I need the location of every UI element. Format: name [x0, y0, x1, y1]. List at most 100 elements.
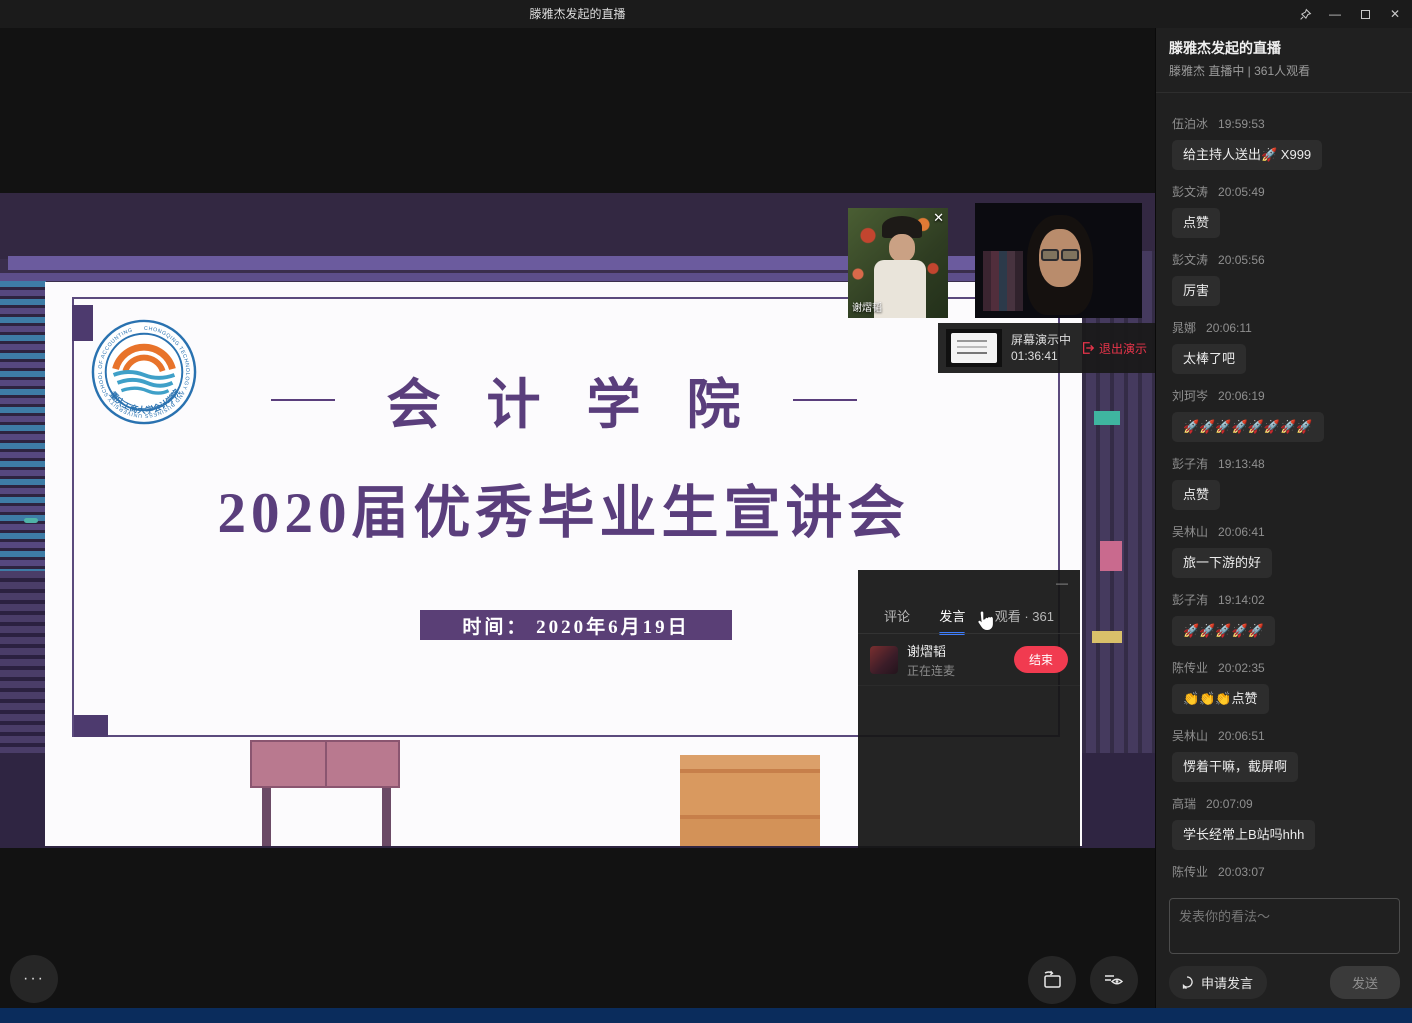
titlebar: 滕雅杰发起的直播 — ✕ [0, 0, 1412, 28]
avatar [870, 646, 898, 674]
message-bubble: 🚀🚀🚀🚀🚀🚀🚀🚀 [1172, 412, 1324, 442]
rotate-screen-button[interactable] [1028, 956, 1076, 1004]
message-bubble: 愣着干嘛，截屏啊 [1172, 752, 1298, 782]
chat-message: 高瑞 20:07:09 学长经常上B站吗hhh [1172, 795, 1399, 850]
pin-icon[interactable] [1294, 3, 1316, 25]
chat-message: 晁娜 20:06:11 太棒了吧 [1172, 319, 1399, 374]
message-bubble: 太棒了吧 [1172, 344, 1246, 374]
sender-name: 刘珂岑 [1172, 389, 1208, 403]
message-time: 20:05:49 [1218, 185, 1265, 199]
illustration-blinds [0, 281, 46, 571]
glasses-icon [1041, 249, 1079, 261]
illustration-dot-teal [24, 518, 38, 523]
chat-input[interactable] [1170, 899, 1399, 953]
request-speak-button[interactable]: 申请发言 [1169, 966, 1267, 999]
request-speak-label: 申请发言 [1201, 973, 1253, 992]
sender-name: 彭子洧 [1172, 457, 1208, 471]
speaker-list-item: 谢熠韬 正在连麦 结束 [858, 634, 1080, 686]
illustration-orange-crate [680, 755, 820, 846]
sender-name: 晁娜 [1172, 321, 1196, 335]
ellipsis-icon: ··· [23, 970, 45, 988]
exit-presentation-label: 退出演示 [1099, 340, 1147, 357]
panel-minimize-icon[interactable]: — [1056, 576, 1068, 590]
chat-message-list[interactable]: 伍泊冰19:59:53 给主持人送出🚀 X999 彭文涛20:05:49 点赞 … [1156, 105, 1412, 885]
participant-video-child[interactable]: 谢熠韬 ✕ [848, 208, 948, 318]
illustration-pole [262, 788, 271, 846]
end-call-button[interactable]: 结束 [1014, 646, 1068, 673]
message-bubble: 点赞 [1172, 208, 1220, 238]
send-button[interactable]: 发送 [1330, 966, 1400, 999]
chat-message: 彭文涛20:05:49 点赞 [1172, 183, 1399, 238]
sender-name: 彭子洧 [1172, 593, 1208, 607]
main-video-area: CHONGQING TECHNOLOGY AND BUSINESS UNIVER… [0, 28, 1155, 1008]
sender-name: 陈传业 [1172, 661, 1208, 675]
message-time: 20:02:35 [1218, 661, 1265, 675]
chat-message: 陈传业20:03:07 🚀🚀🚀🚀🚀🚀🚀 [1172, 863, 1399, 885]
stream-title: 滕雅杰发起的直播 [1169, 38, 1281, 58]
screen-share-thumbnail [946, 329, 1002, 367]
stream-status: 滕雅杰 直播中 | 361人观看 [1169, 62, 1310, 79]
message-bubble: 旅一下游的好 [1172, 548, 1272, 578]
illustration-pole [382, 788, 391, 846]
window-controls: — ✕ [1294, 0, 1406, 28]
chat-message: 彭子洧19:14:02 🚀🚀🚀🚀🚀 [1172, 591, 1399, 646]
viewer-list-button[interactable] [1090, 956, 1138, 1004]
taskbar-strip [0, 1008, 1412, 1023]
exit-door-icon [1081, 341, 1095, 355]
message-time: 20:06:41 [1218, 525, 1265, 539]
titlebar-title: 滕雅杰发起的直播 [0, 0, 1155, 28]
illustration-shelf-item [1092, 631, 1122, 643]
sidebar-divider [1156, 92, 1412, 93]
rotate-screen-icon [1040, 968, 1064, 992]
tab-viewers[interactable]: 观看 · 361 [995, 606, 1054, 635]
slide-corner-square-bottom [74, 715, 108, 737]
message-time: 20:06:11 [1206, 321, 1252, 335]
sender-name: 陈传业 [1172, 865, 1208, 879]
list-eye-icon [1102, 968, 1126, 992]
sidebar-bottom-bar: 申请发言 发送 [1156, 966, 1412, 999]
message-time: 20:05:56 [1218, 253, 1265, 267]
message-bubble: 点赞 [1172, 480, 1220, 510]
chat-input-container [1169, 898, 1400, 954]
tab-comments[interactable]: 评论 [884, 606, 910, 635]
maximize-button[interactable] [1354, 3, 1376, 25]
message-bubble: 厉害 [1172, 276, 1220, 306]
panel-tabs: 评论 发言 观看 · 361 [858, 606, 1080, 635]
chat-message: 彭子洧 19:13:48 点赞 [1172, 455, 1399, 510]
chat-message: 彭文涛 20:05:56 厉害 [1172, 251, 1399, 306]
participant-video-webcam[interactable] [975, 203, 1142, 318]
minimize-button[interactable]: — [1324, 3, 1346, 25]
close-icon[interactable]: ✕ [933, 210, 944, 226]
sender-name: 吴林山 [1172, 729, 1208, 743]
message-time: 19:13:48 [1218, 457, 1265, 471]
more-options-button[interactable]: ··· [10, 955, 58, 1003]
screen-share-timer: 01:36:41 [1011, 349, 1071, 363]
comments-panel: — 评论 发言 观看 · 361 谢熠韬 正在连麦 结束 [858, 570, 1080, 848]
sender-name: 吴林山 [1172, 525, 1208, 539]
message-bubble: 给主持人送出🚀 X999 [1172, 140, 1322, 170]
message-time: 20:07:09 [1206, 797, 1253, 811]
mouse-cursor [976, 610, 996, 632]
sender-name: 彭文涛 [1172, 253, 1208, 267]
illustration-shelf-item [1094, 411, 1120, 425]
speaker-status: 正在连麦 [907, 662, 955, 679]
title-line-right [793, 399, 857, 401]
message-bubble: 学长经常上B站吗hhh [1172, 820, 1315, 850]
illustration-pink-boxes [250, 740, 400, 788]
sender-name: 伍泊冰 [1172, 117, 1208, 131]
chat-sidebar: 滕雅杰发起的直播 滕雅杰 直播中 | 361人观看 伍泊冰 19:59:53 给主… [1155, 0, 1412, 1008]
chat-message: 陈传业20:02:35 👏👏👏点赞 [1172, 659, 1399, 714]
screen-share-status: 屏幕演示中 [1011, 333, 1071, 347]
chat-message: 刘珂岑 20:06:19 🚀🚀🚀🚀🚀🚀🚀🚀 [1172, 387, 1399, 442]
chat-message: 吴林山20:06:51 愣着干嘛，截屏啊 [1172, 727, 1399, 782]
sender-name: 高瑞 [1172, 797, 1196, 811]
webcam-background [983, 251, 1023, 311]
message-time: 20:06:19 [1218, 389, 1265, 403]
exit-presentation-button[interactable]: 退出演示 [1081, 340, 1147, 357]
title-line-left [271, 399, 335, 401]
message-time: 19:59:53 [1218, 117, 1265, 131]
maximize-icon [1361, 10, 1370, 19]
tab-speakers[interactable]: 发言 [939, 606, 965, 635]
close-button[interactable]: ✕ [1384, 3, 1406, 25]
message-bubble: 🚀🚀🚀🚀🚀 [1172, 616, 1275, 646]
